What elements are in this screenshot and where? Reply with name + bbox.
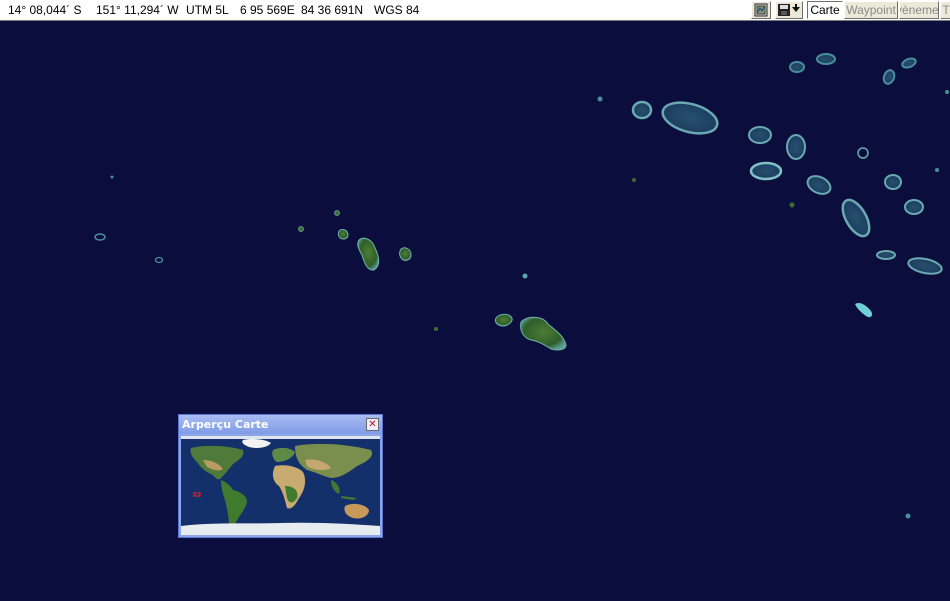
map-view-button[interactable] [751, 1, 771, 19]
apataki-atoll [786, 134, 806, 160]
status-toolbar: 14° 08,044´ S 151° 11,294´ W UTM 5L 6 95… [0, 0, 950, 21]
tetiaroa-atoll [522, 273, 528, 279]
ahe-atoll [816, 53, 836, 65]
tupai-islet [334, 210, 340, 216]
huahine-island [399, 247, 412, 261]
tab-t[interactable]: T [940, 1, 950, 19]
east-islet-2 [945, 90, 949, 94]
utm-zone-readout: UTM 5L [186, 3, 229, 17]
niau-islet [789, 202, 795, 208]
tahanea-atoll [904, 199, 924, 215]
save-dropdown-icon [778, 4, 800, 16]
latitude-readout: 14° 08,044´ S [8, 3, 82, 17]
bora-bora-island [337, 229, 349, 240]
longitude-readout: 151° 11,294´ W [96, 3, 179, 17]
save-dropdown-button[interactable] [775, 1, 803, 19]
map-icon [754, 3, 768, 17]
tiny-islet [110, 175, 114, 179]
satellite-map[interactable] [0, 22, 950, 601]
southern-islet [905, 513, 911, 519]
tikehau-atoll [631, 100, 653, 120]
maiao-islet [434, 327, 438, 331]
world-map-imagery [181, 436, 380, 535]
arutua-atoll [748, 126, 772, 144]
tab-waypoint[interactable]: Waypoint [844, 1, 898, 19]
easting-readout: 6 95 569E [240, 3, 295, 17]
makatea-islet [632, 178, 636, 182]
east-islet [935, 168, 939, 172]
overview-map-window[interactable]: Arperçu Carte ✕ [178, 414, 383, 538]
matahiva-islet [597, 96, 603, 102]
datum-readout: WGS 84 [374, 3, 420, 17]
close-icon: ✕ [368, 419, 377, 430]
close-button[interactable]: ✕ [366, 418, 379, 431]
anaa-atoll [876, 250, 896, 260]
maupiti-islet [298, 226, 304, 232]
kaukura-atoll [749, 161, 783, 181]
mataiva-atoll [789, 61, 805, 73]
faaite-atoll [884, 174, 902, 190]
tab-evenements[interactable]: vèneme [899, 1, 939, 19]
map-imagery [0, 22, 950, 601]
northing-readout: 84 36 691N [301, 3, 364, 17]
world-overview-map[interactable] [181, 436, 380, 535]
tab-carte[interactable]: Carte [807, 1, 843, 19]
overview-title: Arperçu Carte [182, 418, 269, 431]
antarctica-land [181, 522, 380, 535]
overview-title-bar[interactable]: Arperçu Carte ✕ [179, 415, 382, 434]
